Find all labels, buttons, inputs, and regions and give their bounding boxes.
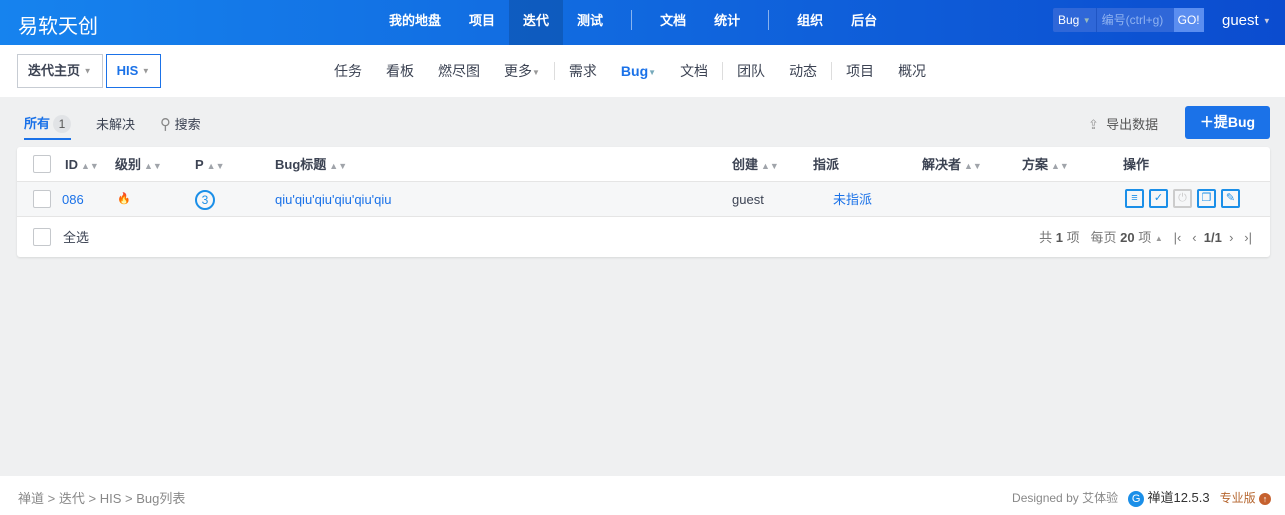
subnav-story[interactable]: 需求: [557, 61, 609, 81]
nav-doc[interactable]: 文档: [646, 0, 700, 45]
page-indicator: 1/1: [1203, 230, 1222, 245]
nav-iteration[interactable]: 迭代: [509, 0, 564, 45]
nav-test[interactable]: 测试: [563, 0, 617, 45]
priority-badge: 3: [195, 190, 215, 210]
top-header: 易软天创 我的地盘 项目 迭代 测试 文档 统计 组织 后台 Bug ▼ GO!…: [0, 0, 1285, 45]
export-button[interactable]: ⇪ 导出数据: [1088, 114, 1158, 133]
row-checkbox[interactable]: [33, 190, 51, 208]
footer-right: Designed by 艾体验 G 禅道12.5.3 专业版 ↑: [1012, 487, 1271, 507]
subnav-doc[interactable]: 文档: [668, 61, 720, 81]
quick-search: Bug ▼ GO!: [1053, 8, 1204, 32]
crumb-his[interactable]: HIS: [100, 491, 122, 506]
subnav-bug[interactable]: Bug▼: [609, 63, 668, 79]
table-footer: 全选 共 1 项 每页 20 项 ▲ |‹ ‹ 1/1 › ›|: [17, 220, 1270, 255]
count-badge: 1: [53, 115, 72, 133]
subnav-kanban[interactable]: 看板: [374, 61, 426, 81]
designed-by: Designed by: [1012, 491, 1079, 505]
last-page-icon[interactable]: ›|: [1244, 230, 1252, 245]
subnav-dynamic[interactable]: 动态: [777, 61, 829, 81]
subnav-burndown[interactable]: 燃尽图: [426, 61, 492, 81]
zentao-logo-icon: G: [1128, 491, 1145, 507]
search-input[interactable]: [1096, 8, 1174, 32]
crumb-zentao[interactable]: 禅道: [18, 491, 44, 506]
add-bug-button[interactable]: ＋提Bug: [1185, 106, 1270, 139]
col-creator[interactable]: 创建 ▲▼: [732, 147, 779, 184]
subnav-more[interactable]: 更多▼: [492, 61, 552, 81]
crumb-iteration[interactable]: 迭代: [59, 491, 85, 506]
iteration-home-dropdown[interactable]: 迭代主页 ▼: [17, 54, 103, 88]
edition-link[interactable]: 专业版: [1220, 491, 1256, 505]
edit-icon[interactable]: ✎: [1221, 189, 1240, 208]
sub-header: 迭代主页 ▼ HIS ▼ 任务 看板 燃尽图 更多▼ 需求 Bug▼ 文档 团队…: [0, 45, 1285, 97]
divider: [631, 10, 633, 30]
user-menu[interactable]: guest ▼: [1222, 12, 1271, 29]
severity-flame-icon: 🔥3: [117, 193, 131, 205]
search-type-select[interactable]: Bug ▼: [1053, 8, 1097, 32]
table-header: ID ▲▼ 级别 ▲▼ P ▲▼ Bug标题 ▲▼ 创建 ▲▼ 指派 解决者 ▲▼ 方案 ▲▼…: [17, 147, 1270, 182]
project-dropdown[interactable]: HIS ▼: [105, 54, 161, 88]
select-all-label[interactable]: 全选: [63, 220, 89, 255]
pager: 共 1 项 每页 20 项 ▲ |‹ ‹ 1/1 › ›|: [1039, 230, 1252, 245]
close-icon: ⏻: [1173, 189, 1192, 208]
toolbar: 所有 1 未解决 ⚲ 搜索 ⇪ 导出数据 ＋提Bug: [0, 104, 1285, 144]
select-all-checkbox-header[interactable]: [33, 155, 51, 173]
tab-all[interactable]: 所有 1: [24, 113, 72, 140]
crumb-bug-list: Bug列表: [136, 491, 186, 506]
logo[interactable]: 易软天创: [18, 10, 98, 39]
first-page-icon[interactable]: |‹: [1174, 230, 1182, 245]
divider: [768, 10, 770, 30]
row-actions: ≡ ✓ ⏻ ❐ ✎: [1125, 189, 1240, 208]
divider: [831, 62, 833, 80]
footer-breadcrumb: 禅道 > 迭代 > HIS > Bug列表: [18, 491, 186, 506]
bug-table: ID ▲▼ 级别 ▲▼ P ▲▼ Bug标题 ▲▼ 创建 ▲▼ 指派 解决者 ▲▼ 方案 ▲▼…: [17, 147, 1270, 257]
prev-page-icon[interactable]: ‹: [1192, 230, 1196, 245]
designer[interactable]: 艾体验: [1082, 491, 1118, 505]
main-nav: 我的地盘 项目 迭代 测试 文档 统计 组织 后台: [375, 0, 891, 45]
subnav-overview[interactable]: 概况: [886, 61, 938, 81]
resolve-icon[interactable]: ✓: [1149, 189, 1168, 208]
col-resolution[interactable]: 方案 ▲▼: [1022, 147, 1069, 184]
sub-nav: 任务 看板 燃尽图 更多▼ 需求 Bug▼ 文档 团队 动态 项目 概况: [322, 45, 938, 97]
go-button[interactable]: GO!: [1173, 8, 1204, 32]
assign-link[interactable]: 未指派: [833, 182, 872, 217]
nav-project[interactable]: 项目: [455, 0, 509, 45]
per-page-select[interactable]: 每页 20 项 ▲: [1091, 230, 1163, 245]
tab-unresolved[interactable]: 未解决: [96, 114, 135, 133]
footer: 禅道 > 迭代 > HIS > Bug列表 Designed by 艾体验 G …: [0, 476, 1285, 515]
subnav-task[interactable]: 任务: [322, 61, 374, 81]
col-actions: 操作: [1123, 157, 1150, 172]
bug-id[interactable]: 086: [62, 182, 84, 217]
search-toggle[interactable]: ⚲ 搜索: [160, 114, 201, 133]
nav-org[interactable]: 组织: [783, 0, 837, 45]
col-resolver[interactable]: 解决者 ▲▼: [922, 147, 982, 184]
confirm-icon[interactable]: ≡: [1125, 189, 1144, 208]
subnav-project[interactable]: 项目: [834, 61, 886, 81]
col-title[interactable]: Bug标题 ▲▼: [275, 147, 347, 184]
nav-stats[interactable]: 统计: [700, 0, 754, 45]
table-row: 086 🔥3 3 qiu'qiu'qiu'qiu'qiu'qiu guest 未…: [17, 182, 1270, 217]
col-severity[interactable]: 级别 ▲▼: [115, 147, 162, 184]
col-id[interactable]: ID ▲▼: [65, 147, 99, 184]
col-assigned[interactable]: 指派: [813, 147, 839, 182]
col-pri[interactable]: P ▲▼: [195, 147, 225, 184]
search-icon: ⚲: [160, 116, 171, 133]
nav-admin[interactable]: 后台: [837, 0, 891, 45]
copy-icon[interactable]: ❐: [1197, 189, 1216, 208]
divider: [553, 62, 555, 80]
bug-title-link[interactable]: qiu'qiu'qiu'qiu'qiu'qiu: [275, 182, 392, 217]
brand-version[interactable]: 禅道12.5.3: [1147, 490, 1209, 505]
creator: guest: [732, 192, 764, 207]
export-icon: ⇪: [1088, 117, 1099, 132]
next-page-icon[interactable]: ›: [1229, 230, 1233, 245]
subnav-team[interactable]: 团队: [725, 61, 777, 81]
upgrade-icon[interactable]: ↑: [1259, 493, 1271, 505]
nav-my[interactable]: 我的地盘: [375, 0, 455, 45]
select-all-checkbox[interactable]: [33, 228, 51, 246]
divider: [722, 62, 724, 80]
plus-icon: ＋: [1199, 114, 1214, 130]
